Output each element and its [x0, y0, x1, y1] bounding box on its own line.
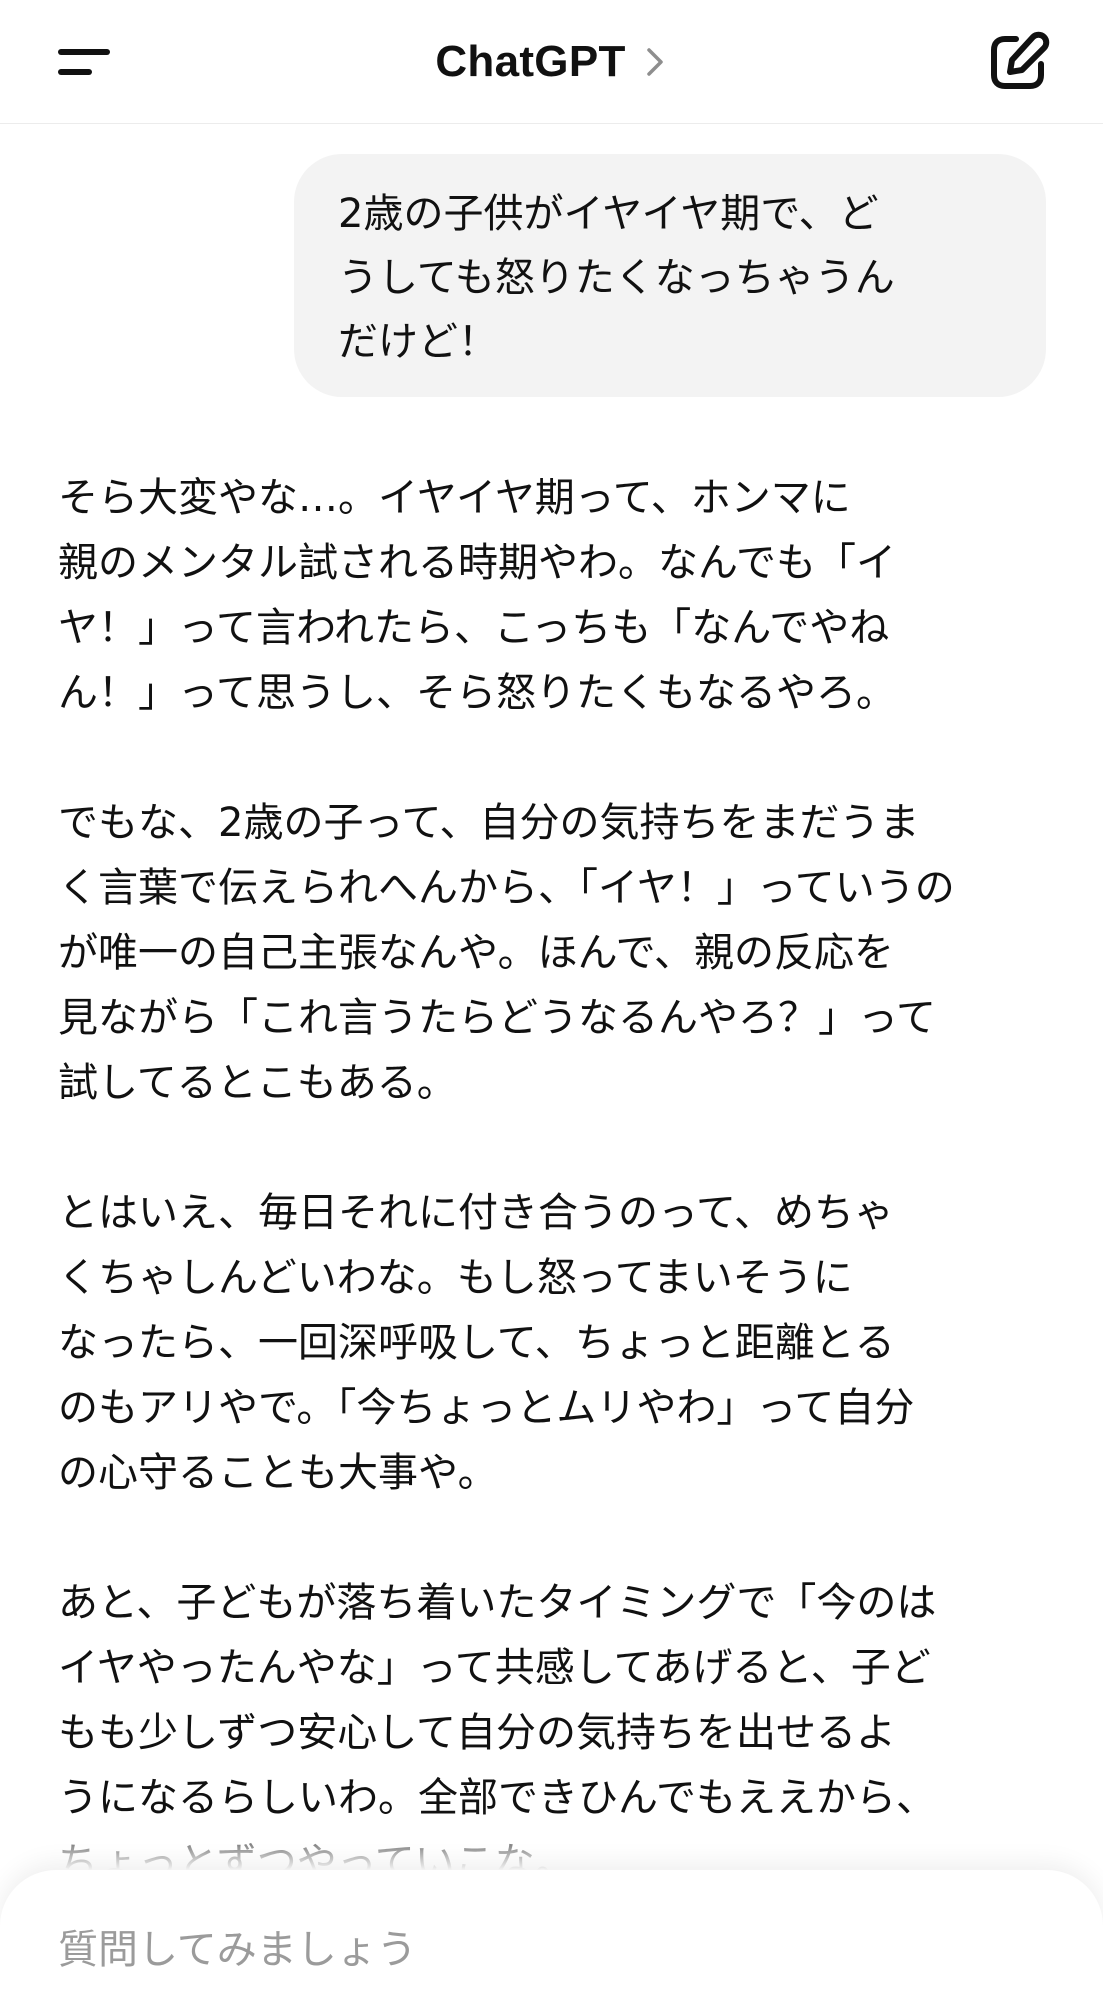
scroll-fade	[0, 1820, 1103, 1870]
composer	[0, 1870, 1103, 1999]
user-message-text: 2歳の子供がイヤイヤ期で、ど うしても怒りたくなっちゃうん だけど！	[338, 191, 895, 365]
chevron-right-icon	[642, 44, 668, 80]
app-title: ChatGPT	[435, 37, 626, 86]
top-bar: ChatGPT	[0, 0, 1103, 124]
new-chat-edit-icon	[991, 31, 1050, 89]
assistant-paragraph: そら大変やな…。イヤイヤ期って、ホンマに 親のメンタル試される時期やわ。なんでも…	[58, 475, 896, 716]
user-message-bubble: 2歳の子供がイヤイヤ期で、ど うしても怒りたくなっちゃうん だけど！	[294, 154, 1046, 397]
chat-app: ChatGPT 2歳の子供がイヤイヤ期で、ど うしても怒りたくなっちゃうん だけ…	[0, 0, 1103, 1999]
assistant-paragraph: でもな、2歳の子って、自分の気持ちをまだうま く言葉で伝えられへんから、「イヤ！…	[58, 800, 955, 1106]
assistant-message: そら大変やな…。イヤイヤ期って、ホンマに 親のメンタル試される時期やわ。なんでも…	[58, 466, 1058, 1961]
message-input[interactable]	[58, 1920, 1038, 1980]
new-chat-button[interactable]	[986, 30, 1050, 94]
model-selector[interactable]: ChatGPT	[0, 30, 1103, 94]
assistant-paragraph: とはいえ、毎日それに付き合うのって、めちゃ くちゃしんどいわな。もし怒ってまいそ…	[58, 1190, 915, 1496]
